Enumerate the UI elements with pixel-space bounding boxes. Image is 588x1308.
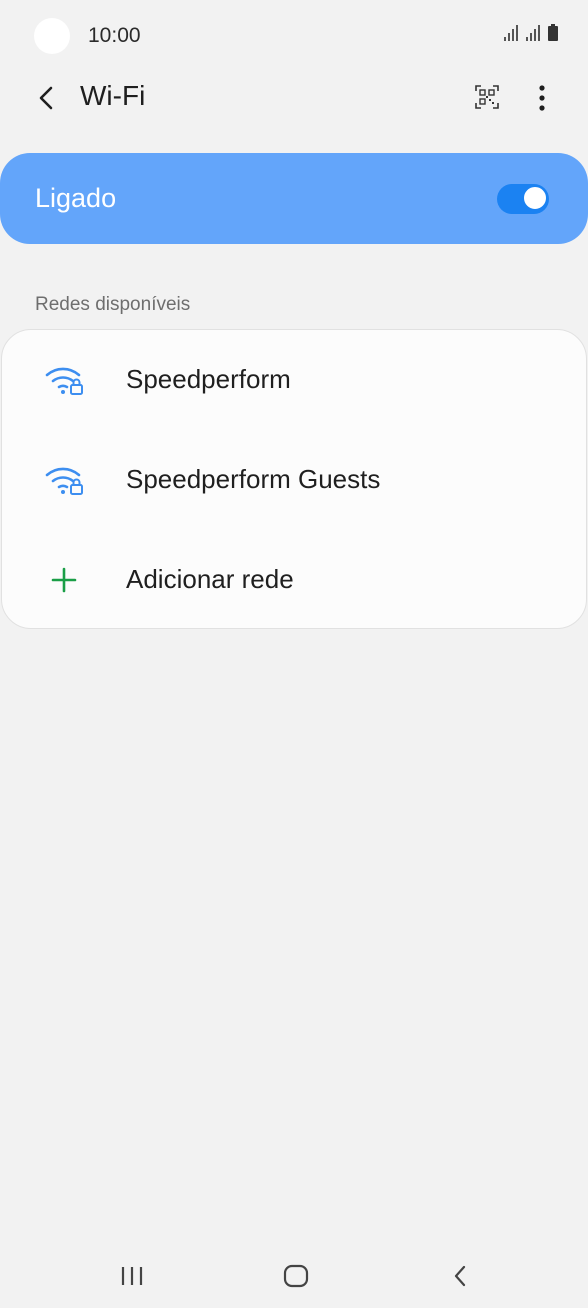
network-item[interactable]: Speedperform: [2, 330, 586, 430]
home-button[interactable]: [266, 1258, 326, 1294]
switch-knob: [523, 186, 547, 210]
signal-icon: [504, 25, 518, 41]
network-name: Speedperform: [126, 364, 291, 394]
signal-icon: [526, 25, 540, 41]
back-button[interactable]: [28, 78, 64, 118]
wifi-locked-icon: [42, 360, 86, 400]
wifi-master-toggle[interactable]: Ligado: [0, 153, 588, 244]
recents-icon: [121, 1267, 143, 1285]
navigation-bar: [0, 1240, 588, 1308]
app-bar: Wi-Fi: [0, 72, 588, 124]
available-networks-header: Redes disponíveis: [35, 294, 191, 315]
network-item[interactable]: Speedperform Guests: [2, 430, 586, 530]
nav-back-button[interactable]: [430, 1258, 490, 1294]
add-network-label: Adicionar rede: [126, 564, 294, 594]
toggle-label: Ligado: [35, 183, 117, 213]
add-network-button[interactable]: Adicionar rede: [2, 530, 586, 630]
qr-code-icon: [475, 85, 499, 109]
home-icon: [283, 1264, 309, 1288]
status-clock: 10:00: [88, 24, 141, 47]
battery-icon: [548, 24, 558, 41]
wifi-switch[interactable]: [497, 184, 549, 214]
qr-code-button[interactable]: [470, 80, 504, 114]
back-icon: [39, 86, 53, 110]
more-options-button[interactable]: [526, 78, 558, 118]
back-icon: [454, 1265, 466, 1287]
camera-cutout: [34, 18, 70, 54]
status-bar: 10:00: [0, 0, 588, 72]
wifi-locked-icon: [42, 460, 86, 500]
more-vertical-icon: [539, 85, 545, 111]
plus-icon: [42, 560, 86, 600]
page-title: Wi-Fi: [80, 80, 146, 111]
network-name: Speedperform Guests: [126, 464, 381, 494]
status-icons: [504, 24, 558, 41]
recents-button[interactable]: [102, 1258, 162, 1294]
network-list: Speedperform Speedperform Guests Adicion…: [1, 329, 587, 629]
